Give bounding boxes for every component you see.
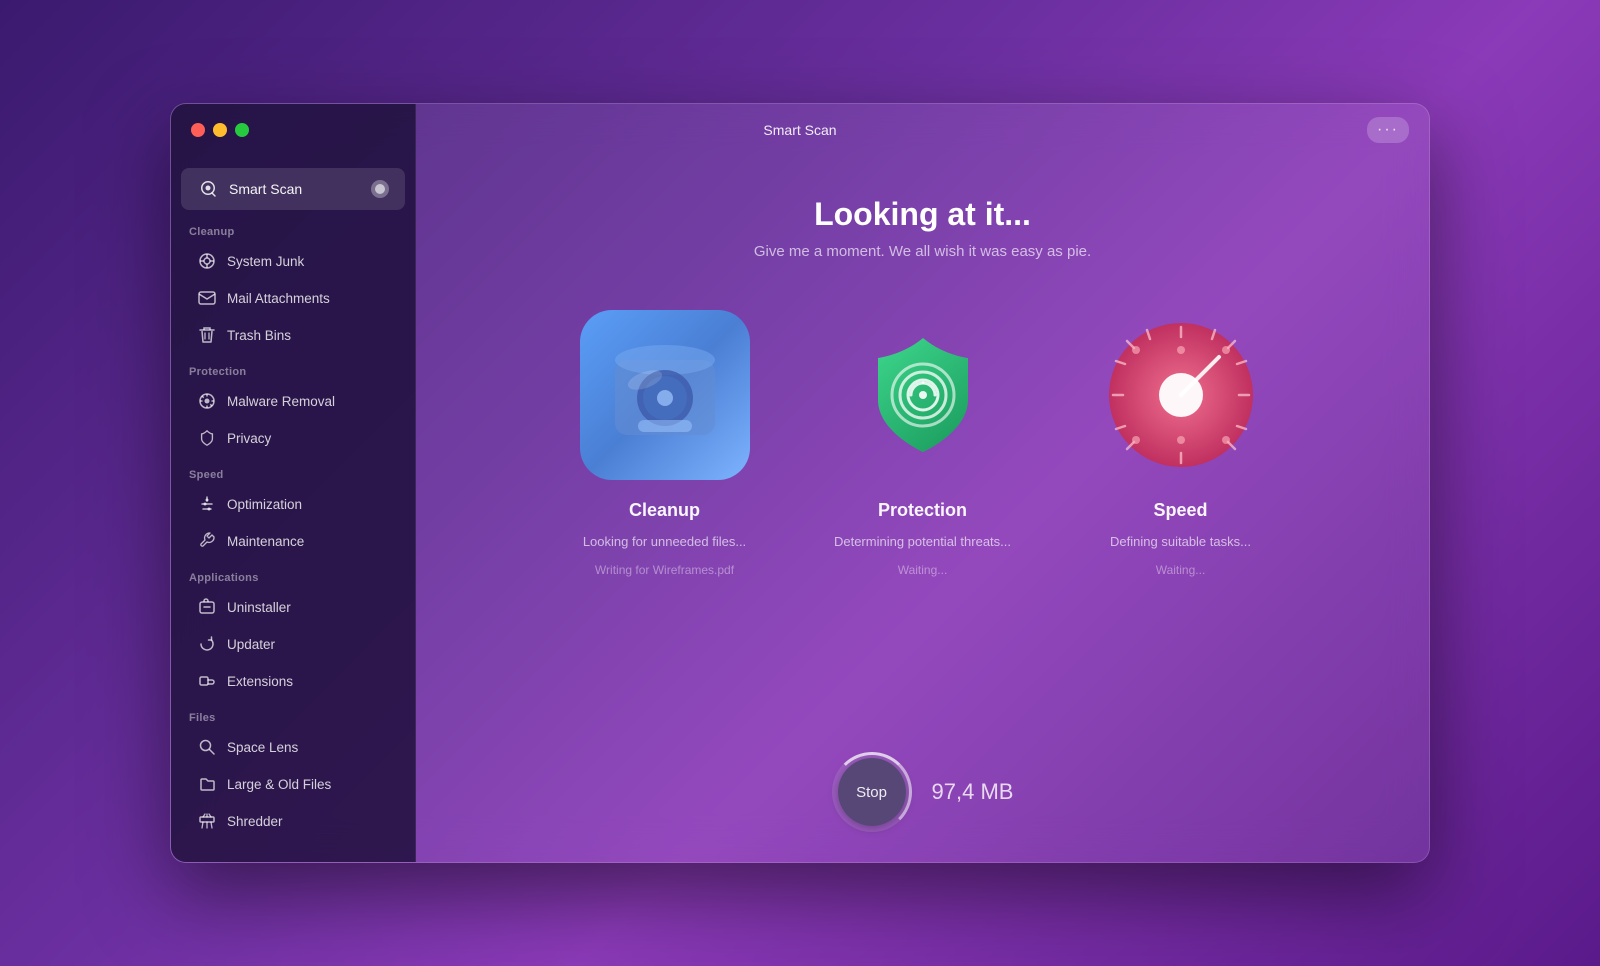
malware-removal-label: Malware Removal: [227, 394, 335, 409]
cards-row: Cleanup Looking for unneeded files... Wr…: [550, 310, 1296, 577]
main-content: Looking at it... Give me a moment. We al…: [416, 104, 1429, 862]
sidebar-item-mail-attachments[interactable]: Mail Attachments: [179, 280, 407, 316]
protection-card-icon: [838, 310, 1008, 480]
updater-label: Updater: [227, 637, 275, 652]
window-title: Smart Scan: [763, 122, 836, 138]
sidebar-item-maintenance[interactable]: Maintenance: [179, 523, 407, 559]
sidebar-item-optimization[interactable]: Optimization: [179, 486, 407, 522]
optimization-icon: [197, 494, 217, 514]
main-subtitle: Give me a moment. We all wish it was eas…: [754, 243, 1091, 260]
applications-section-label: Applications: [171, 560, 415, 588]
main-title: Looking at it...: [814, 196, 1031, 233]
speed-card: Speed Defining suitable tasks... Waiting…: [1066, 310, 1296, 577]
sidebar-nav: Smart Scan Cleanup: [171, 156, 415, 862]
sidebar-item-large-old-files[interactable]: Large & Old Files: [179, 766, 407, 802]
cleanup-card-icon: [580, 310, 750, 480]
space-lens-label: Space Lens: [227, 740, 298, 755]
speed-card-title: Speed: [1153, 500, 1207, 521]
extensions-label: Extensions: [227, 674, 293, 689]
maximize-button[interactable]: [235, 123, 249, 137]
smart-scan-icon: [197, 178, 219, 200]
speed-card-status1: Defining suitable tasks...: [1110, 533, 1251, 551]
protection-section-label: Protection: [171, 354, 415, 382]
cleanup-card: Cleanup Looking for unneeded files... Wr…: [550, 310, 780, 577]
privacy-icon: [197, 428, 217, 448]
mail-attachments-icon: [197, 288, 217, 308]
title-bar: Smart Scan ···: [171, 104, 1429, 156]
updater-icon: [197, 634, 217, 654]
cleanup-section-label: Cleanup: [171, 214, 415, 242]
stop-button-wrap: Stop: [832, 752, 912, 832]
scan-size: 97,4 MB: [932, 779, 1014, 805]
speed-card-icon: [1096, 310, 1266, 480]
sidebar-item-privacy[interactable]: Privacy: [179, 420, 407, 456]
cleanup-card-status1: Looking for unneeded files...: [583, 533, 746, 551]
protection-card-title: Protection: [878, 500, 967, 521]
trash-bins-icon: [197, 325, 217, 345]
window-controls-right: ···: [1367, 117, 1409, 143]
shredder-label: Shredder: [227, 814, 283, 829]
malware-removal-icon: [197, 391, 217, 411]
sidebar-item-uninstaller[interactable]: Uninstaller: [179, 589, 407, 625]
speed-section-label: Speed: [171, 457, 415, 485]
shredder-icon: [197, 811, 217, 831]
large-old-files-label: Large & Old Files: [227, 777, 331, 792]
trash-bins-label: Trash Bins: [227, 328, 291, 343]
uninstaller-icon: [197, 597, 217, 617]
minimize-button[interactable]: [213, 123, 227, 137]
sidebar-item-updater[interactable]: Updater: [179, 626, 407, 662]
sidebar-item-extensions[interactable]: Extensions: [179, 663, 407, 699]
uninstaller-label: Uninstaller: [227, 600, 291, 615]
protection-card-status1: Determining potential threats...: [834, 533, 1011, 551]
files-section-label: Files: [171, 700, 415, 728]
extensions-icon: [197, 671, 217, 691]
protection-card-status2: Waiting...: [898, 563, 948, 577]
stop-button-ring: [832, 752, 912, 832]
more-options-button[interactable]: ···: [1367, 117, 1409, 143]
traffic-lights: [191, 123, 249, 137]
smart-scan-label: Smart Scan: [229, 181, 361, 197]
mail-attachments-label: Mail Attachments: [227, 291, 330, 306]
smart-scan-badge: [371, 180, 389, 198]
main-inner: Looking at it... Give me a moment. We al…: [416, 156, 1429, 647]
bottom-bar: Stop 97,4 MB: [832, 752, 1014, 832]
close-button[interactable]: [191, 123, 205, 137]
sidebar: Smart Scan Cleanup: [171, 104, 416, 862]
optimization-label: Optimization: [227, 497, 302, 512]
sidebar-item-system-junk[interactable]: System Junk: [179, 243, 407, 279]
sidebar-item-smart-scan[interactable]: Smart Scan: [181, 168, 405, 210]
speed-card-status2: Waiting...: [1156, 563, 1206, 577]
maintenance-icon: [197, 531, 217, 551]
cleanup-card-title: Cleanup: [629, 500, 700, 521]
protection-card: Protection Determining potential threats…: [808, 310, 1038, 577]
app-window: Smart Scan ··· Smart Scan: [170, 103, 1430, 863]
sidebar-item-space-lens[interactable]: Space Lens: [179, 729, 407, 765]
maintenance-label: Maintenance: [227, 534, 304, 549]
cleanup-card-status2: Writing for Wireframes.pdf: [595, 563, 734, 577]
sidebar-item-trash-bins[interactable]: Trash Bins: [179, 317, 407, 353]
sidebar-item-malware-removal[interactable]: Malware Removal: [179, 383, 407, 419]
large-old-files-icon: [197, 774, 217, 794]
space-lens-icon: [197, 737, 217, 757]
privacy-label: Privacy: [227, 431, 271, 446]
system-junk-label: System Junk: [227, 254, 304, 269]
system-junk-icon: [197, 251, 217, 271]
sidebar-item-shredder[interactable]: Shredder: [179, 803, 407, 839]
